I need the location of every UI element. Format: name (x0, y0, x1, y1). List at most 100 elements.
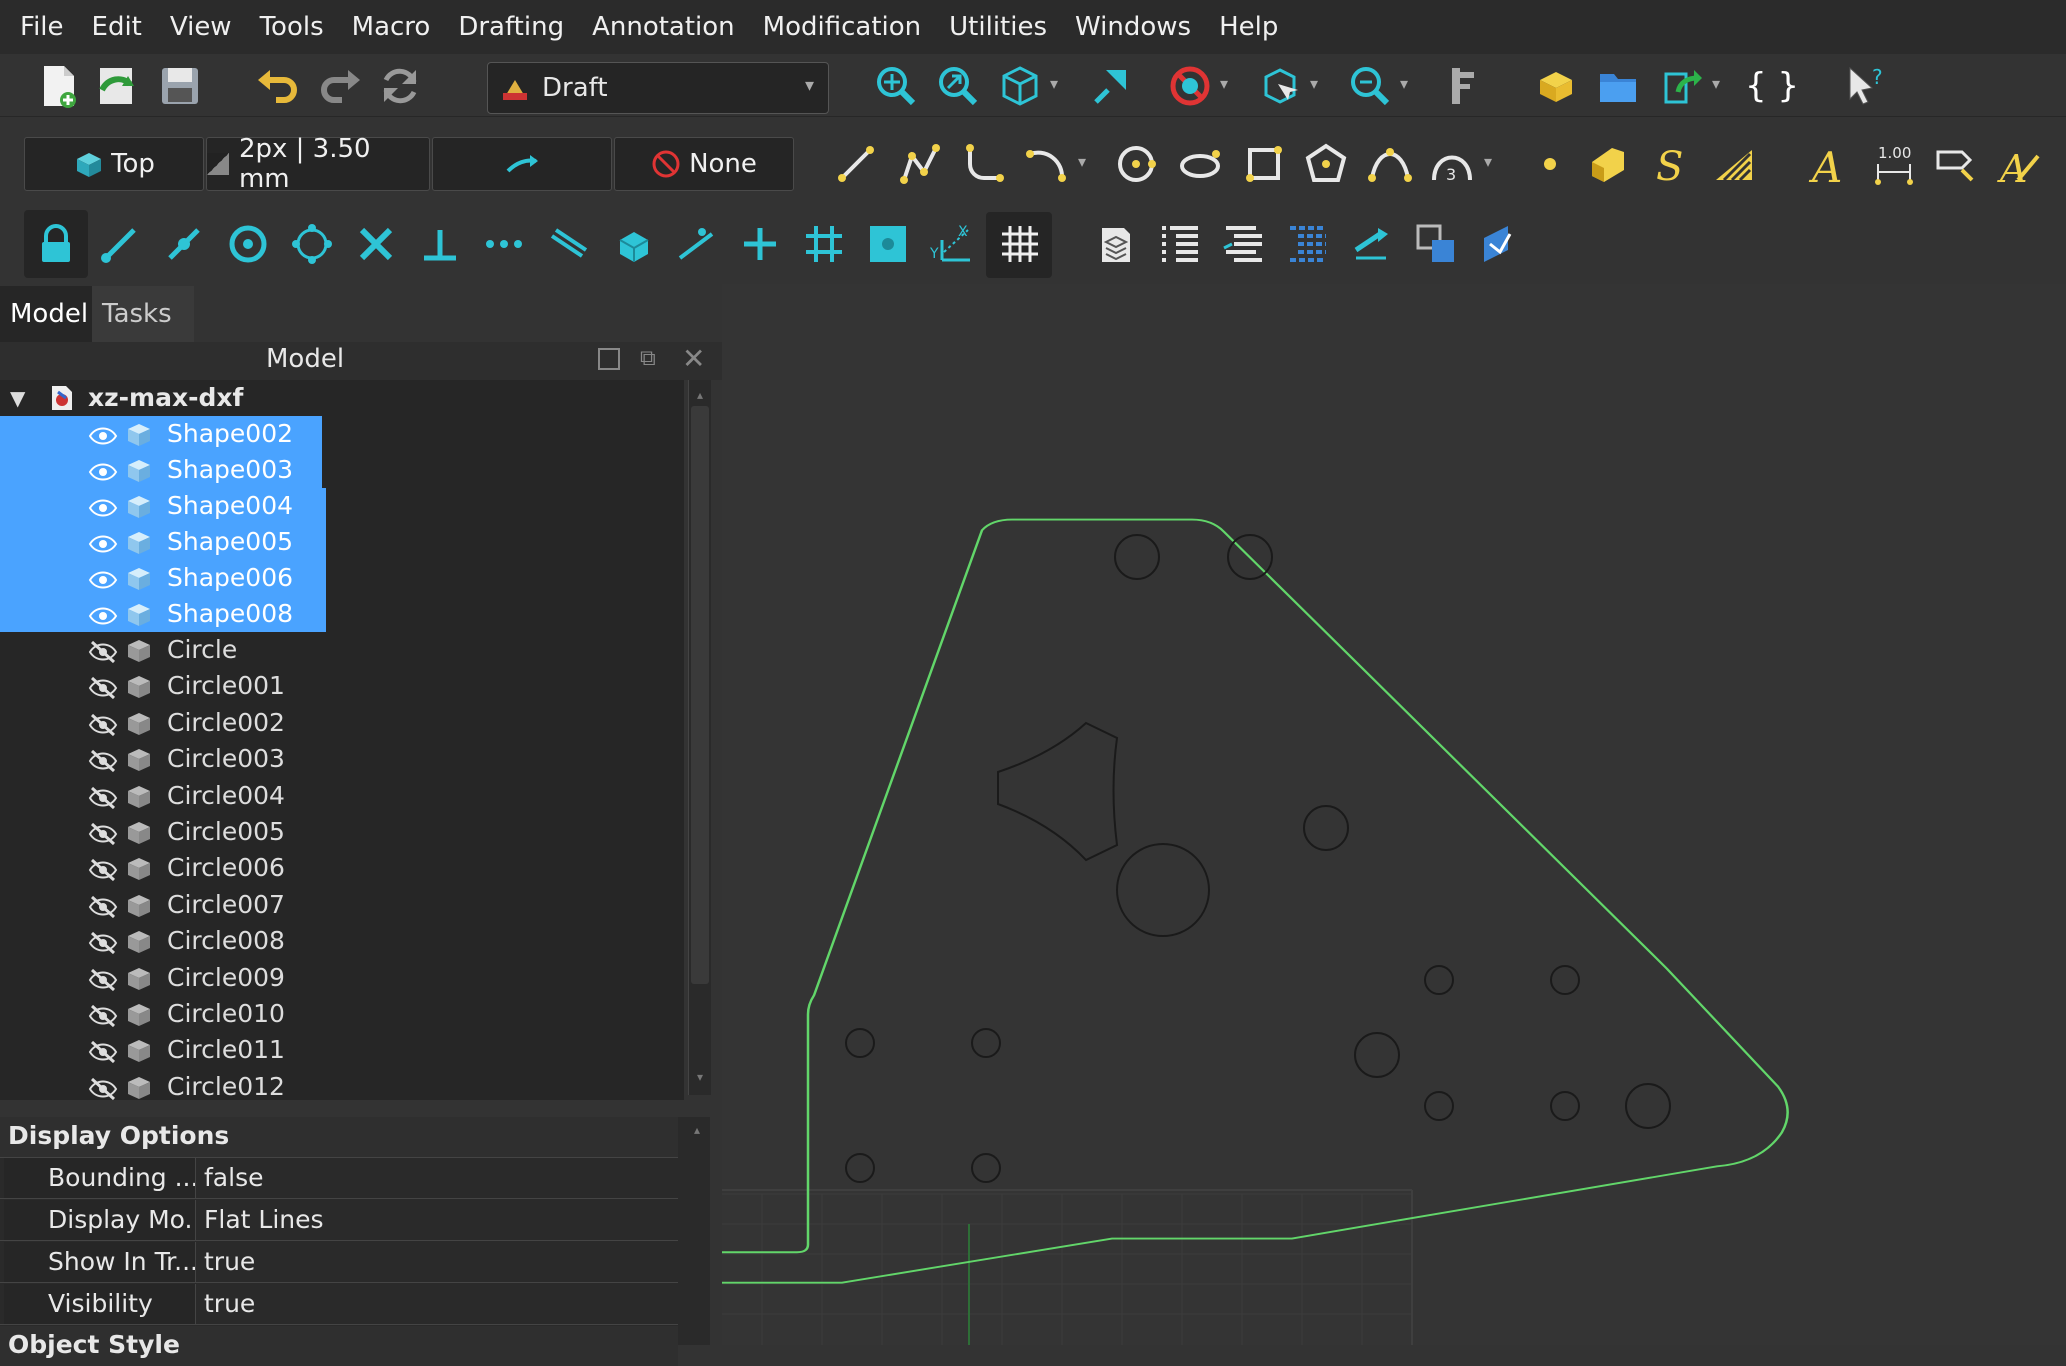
float-panel-icon[interactable]: ⧉ (640, 346, 656, 371)
menu-annotation[interactable]: Annotation (578, 0, 749, 54)
bounding-box-dropdown-icon[interactable]: ▾ (1310, 74, 1318, 93)
annotation-styles-icon[interactable]: A (1992, 136, 2048, 192)
toggle-grid-icon[interactable] (992, 216, 1048, 272)
hidden-eye-icon[interactable] (88, 893, 118, 918)
maximize-panel-icon[interactable] (598, 348, 620, 370)
bspline-tool-icon[interactable] (1362, 136, 1418, 192)
snap-working-plane-icon[interactable] (860, 216, 916, 272)
tree-item-circle011[interactable]: Circle011 (0, 1032, 684, 1068)
hidden-eye-icon[interactable] (88, 1075, 118, 1100)
snap-dimensions-icon[interactable]: YX (924, 216, 980, 272)
tree-item-circle005[interactable]: Circle005 (0, 814, 684, 850)
hidden-eye-icon[interactable] (88, 784, 118, 809)
tab-model[interactable]: Model (0, 286, 102, 342)
tree-item-circle004[interactable]: Circle004 (0, 778, 684, 814)
link-dropdown-icon[interactable]: ▾ (1712, 74, 1720, 93)
label-tool-icon[interactable] (1928, 136, 1984, 192)
menu-tools[interactable]: Tools (246, 0, 338, 54)
tree-item-circle002[interactable]: Circle002 (0, 705, 684, 741)
clone-icon[interactable] (1408, 216, 1464, 272)
measure-icon[interactable] (1082, 58, 1138, 114)
line-tool-icon[interactable] (828, 136, 884, 192)
scroll-up-icon[interactable]: ▴ (688, 1123, 706, 1137)
snap-special-icon[interactable] (604, 216, 660, 272)
zoom-icon[interactable] (1342, 58, 1398, 114)
tree-scrollbar-thumb[interactable] (691, 406, 709, 984)
fit-all-icon[interactable] (868, 58, 924, 114)
hidden-eye-icon[interactable] (88, 1038, 118, 1064)
tree-item-circle010[interactable]: Circle010 (0, 996, 684, 1032)
tree-item-circle[interactable]: Circle (0, 632, 684, 668)
working-plane-button[interactable]: Top (24, 137, 204, 191)
menu-drafting[interactable]: Drafting (444, 0, 578, 54)
tree-item-shape008[interactable]: Shape008 (0, 596, 326, 632)
visible-eye-icon[interactable] (88, 494, 118, 518)
property-value[interactable]: false (204, 1158, 263, 1198)
standard-views-dropdown-icon[interactable]: ▾ (1050, 74, 1058, 93)
snap-grid-icon[interactable] (796, 216, 852, 272)
workbench-selector[interactable]: Draft ▾ (487, 62, 829, 114)
tree-item-circle003[interactable]: Circle003 (0, 741, 684, 777)
shapestring-tool-icon[interactable]: S (1642, 136, 1698, 192)
toggle-construction-icon[interactable] (1344, 216, 1400, 272)
3d-viewport[interactable] (722, 284, 2066, 1345)
hidden-eye-icon[interactable] (88, 747, 118, 773)
snap-intersection-icon[interactable] (348, 216, 404, 272)
menu-modification[interactable]: Modification (749, 0, 935, 54)
snap-extension-icon[interactable] (476, 216, 532, 272)
group-icon[interactable] (1590, 58, 1646, 114)
menu-utilities[interactable]: Utilities (935, 0, 1061, 54)
property-value[interactable]: Flat Lines (204, 1200, 324, 1240)
visible-eye-icon[interactable] (88, 530, 118, 554)
snap-ortho-icon[interactable] (732, 216, 788, 272)
polygon-tool-icon[interactable] (1298, 136, 1354, 192)
macro-brackets-icon[interactable]: { } (1744, 58, 1800, 114)
measure-distance-icon[interactable] (1432, 58, 1488, 114)
add-to-construction-icon[interactable] (1280, 216, 1336, 272)
auto-group-button[interactable] (432, 137, 612, 191)
open-document-icon[interactable] (90, 58, 146, 114)
collapse-arrow-icon[interactable]: ▼ (10, 380, 25, 416)
close-panel-icon[interactable]: ✕ (682, 342, 705, 375)
layer-manager-icon[interactable] (1088, 216, 1144, 272)
ellipse-tool-icon[interactable] (1172, 136, 1228, 192)
text-tool-icon[interactable]: A (1802, 136, 1858, 192)
visible-eye-icon[interactable] (88, 458, 118, 482)
polyline-tool-icon[interactable] (892, 136, 948, 192)
menu-windows[interactable]: Windows (1061, 0, 1205, 54)
tree-item-shape006[interactable]: Shape006 (0, 560, 326, 596)
tree-scrollbar[interactable]: ▴ ▾ (688, 380, 711, 1095)
tree-item-shape004[interactable]: Shape004 (0, 488, 326, 524)
undo-icon[interactable] (250, 58, 306, 114)
snap-endpoint-icon[interactable] (92, 216, 148, 272)
menu-edit[interactable]: Edit (78, 0, 156, 54)
tree-item-circle012[interactable]: Circle012 (0, 1069, 684, 1105)
select-group-icon[interactable] (1152, 216, 1208, 272)
hidden-eye-icon[interactable] (88, 638, 118, 664)
tree-item-shape002[interactable]: Shape002 (0, 416, 322, 452)
snap-near-icon[interactable] (668, 216, 724, 272)
bezier-dropdown-icon[interactable]: ▾ (1484, 152, 1492, 171)
arc-dropdown-icon[interactable]: ▾ (1078, 152, 1086, 171)
snap-center-icon[interactable] (220, 216, 276, 272)
line-style-button[interactable]: 2px | 3.50 mm (206, 134, 430, 194)
arc-tool-icon[interactable] (1018, 136, 1074, 192)
tree-item-shape003[interactable]: Shape003 (0, 452, 322, 488)
menu-help[interactable]: Help (1205, 0, 1292, 54)
tree-item-circle009[interactable]: Circle009 (0, 960, 684, 996)
draw-style-icon[interactable] (1162, 58, 1218, 114)
visible-eye-icon[interactable] (88, 602, 118, 626)
property-value[interactable]: true (204, 1284, 255, 1324)
fillet-tool-icon[interactable] (956, 136, 1012, 192)
hidden-eye-icon[interactable] (88, 856, 118, 882)
whats-this-icon[interactable]: ? (1838, 58, 1894, 114)
snap-parallel-icon[interactable] (540, 216, 596, 272)
refresh-icon[interactable] (372, 58, 428, 114)
menu-macro[interactable]: Macro (338, 0, 445, 54)
move-to-group-icon[interactable] (1216, 216, 1272, 272)
fit-selection-icon[interactable] (930, 58, 986, 114)
snap-midpoint-icon[interactable] (156, 216, 212, 272)
scroll-down-icon[interactable]: ▾ (691, 1070, 709, 1086)
tree-item-circle001[interactable]: Circle001 (0, 668, 684, 704)
property-row[interactable]: Display Mo... Flat Lines (0, 1200, 678, 1241)
